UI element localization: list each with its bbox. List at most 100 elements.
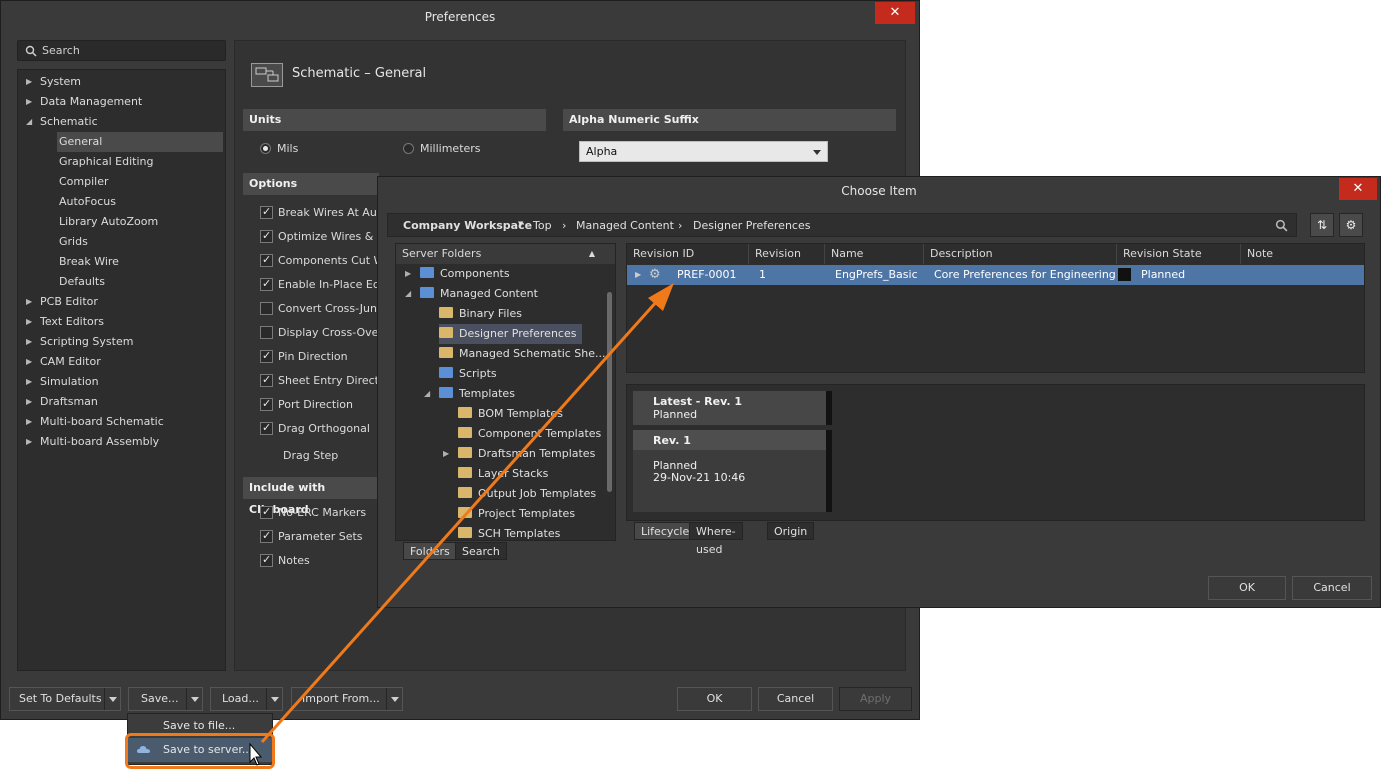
expand-arrow-icon[interactable]: ▶ bbox=[26, 312, 32, 332]
tree-item[interactable]: General bbox=[18, 132, 225, 152]
tree-item[interactable]: ▶ Multi-board Schematic bbox=[18, 412, 225, 432]
checkbox-checked-icon[interactable] bbox=[260, 253, 273, 267]
checkbox-checked-icon[interactable] bbox=[260, 349, 273, 363]
tree-item[interactable]: Library AutoZoom bbox=[18, 212, 225, 232]
checkbox-checked-icon[interactable] bbox=[260, 277, 273, 291]
folder-item[interactable]: BOM Templates bbox=[458, 404, 563, 424]
expand-arrow-icon[interactable]: ▶ bbox=[26, 332, 32, 352]
option-checkbox[interactable]: Enable In-Place Edit bbox=[260, 277, 387, 294]
option-checkbox[interactable]: Components Cut W bbox=[260, 253, 384, 270]
column-header-revision[interactable]: Revision bbox=[749, 244, 825, 264]
column-header-description[interactable]: Description bbox=[924, 244, 1117, 264]
checkbox-checked-icon[interactable] bbox=[260, 553, 273, 567]
option-checkbox[interactable]: Notes bbox=[260, 553, 310, 570]
breadcrumb-managed-content[interactable]: Managed Content bbox=[576, 219, 674, 232]
apply-button[interactable]: Apply bbox=[839, 687, 912, 711]
checkbox-checked-icon[interactable] bbox=[260, 421, 273, 435]
tree-item[interactable]: ▶ Text Editors bbox=[18, 312, 225, 332]
folder-item[interactable]: ◢ Templates bbox=[424, 384, 515, 404]
checkbox-unchecked-icon[interactable] bbox=[260, 326, 273, 339]
expand-icon[interactable]: ▶ bbox=[635, 265, 641, 285]
expand-arrow-icon[interactable]: ▶ bbox=[26, 72, 32, 92]
tree-item[interactable]: ▶ Simulation bbox=[18, 372, 225, 392]
folder-item[interactable]: Layer Stacks bbox=[458, 464, 548, 484]
cancel-button[interactable]: Cancel bbox=[1292, 576, 1372, 600]
checkbox-checked-icon[interactable] bbox=[260, 529, 273, 543]
folder-item[interactable]: Output Job Templates bbox=[458, 484, 596, 504]
expand-arrow-icon[interactable]: ▶ bbox=[443, 444, 449, 464]
tab-search[interactable]: Search bbox=[455, 542, 507, 560]
expand-arrow-icon[interactable]: ▶ bbox=[26, 352, 32, 372]
tree-item[interactable]: AutoFocus bbox=[18, 192, 225, 212]
folder-item[interactable]: Project Templates bbox=[458, 504, 575, 524]
expand-arrow-icon[interactable]: ▶ bbox=[26, 92, 32, 112]
option-checkbox[interactable]: Parameter Sets bbox=[260, 529, 363, 546]
folder-item[interactable]: Binary Files bbox=[439, 304, 522, 324]
checkbox-checked-icon[interactable] bbox=[260, 205, 273, 219]
save-button[interactable]: Save... bbox=[128, 687, 203, 711]
chevron-down-icon[interactable] bbox=[104, 688, 120, 710]
chevron-down-icon[interactable] bbox=[386, 688, 402, 710]
option-checkbox[interactable]: Drag Orthogonal bbox=[260, 421, 370, 438]
breadcrumb-designer-preferences[interactable]: Designer Preferences bbox=[693, 219, 810, 232]
ok-button[interactable]: OK bbox=[1208, 576, 1286, 600]
option-checkbox[interactable]: Convert Cross-Junc bbox=[260, 302, 383, 318]
checkbox-checked-icon[interactable] bbox=[260, 373, 273, 387]
option-checkbox[interactable]: Sheet Entry Directio bbox=[260, 373, 389, 390]
expand-arrow-icon[interactable]: ▶ bbox=[26, 292, 32, 312]
alpha-suffix-select[interactable]: Alpha bbox=[579, 141, 828, 162]
option-checkbox[interactable]: Port Direction bbox=[260, 397, 353, 414]
folder-item[interactable]: ▶ Components bbox=[405, 264, 510, 284]
option-checkbox[interactable]: No-ERC Markers bbox=[260, 505, 366, 522]
tree-item[interactable]: ▶ Draftsman bbox=[18, 392, 225, 412]
expand-arrow-icon[interactable]: ▶ bbox=[26, 412, 32, 432]
folder-item[interactable]: ◢ Managed Content bbox=[405, 284, 538, 304]
tree-item[interactable]: Graphical Editing bbox=[18, 152, 225, 172]
folder-item[interactable]: SCH Templates bbox=[458, 524, 560, 544]
ok-button[interactable]: OK bbox=[677, 687, 752, 711]
checkbox-checked-icon[interactable] bbox=[260, 397, 273, 411]
tab-lifecycle[interactable]: Lifecycle bbox=[634, 522, 697, 540]
expand-arrow-icon[interactable]: ▶ bbox=[26, 372, 32, 392]
checkbox-unchecked-icon[interactable] bbox=[260, 302, 273, 315]
folder-item[interactable]: Designer Preferences bbox=[439, 324, 583, 344]
folder-item[interactable]: Managed Schematic She... bbox=[439, 344, 606, 364]
import-from-button[interactable]: Import From... bbox=[291, 687, 403, 711]
tree-item[interactable]: Grids bbox=[18, 232, 225, 252]
expand-arrow-icon[interactable]: ▶ bbox=[26, 392, 32, 412]
expand-arrow-icon[interactable]: ◢ bbox=[26, 112, 32, 132]
set-to-defaults-button[interactable]: Set To Defaults bbox=[9, 687, 121, 711]
revision-card[interactable]: Rev. 1 Planned 29-Nov-21 10:46 bbox=[633, 430, 832, 512]
tree-item[interactable]: Defaults bbox=[18, 272, 225, 292]
load-button[interactable]: Load... bbox=[210, 687, 283, 711]
tree-item[interactable]: Break Wire bbox=[18, 252, 225, 272]
refresh-icon[interactable]: ⇅ bbox=[1310, 213, 1334, 237]
folder-item[interactable]: Scripts bbox=[439, 364, 497, 384]
preferences-tree[interactable]: ▶ System ▶ Data Management ◢ Schematic General… bbox=[17, 69, 226, 671]
units-mm-radio[interactable]: Millimeters bbox=[403, 142, 481, 155]
gear-icon[interactable]: ⚙ bbox=[1339, 213, 1363, 237]
tree-item[interactable]: ▶ PCB Editor bbox=[18, 292, 225, 312]
close-button[interactable]: ✕ bbox=[875, 2, 915, 24]
tree-item[interactable]: ◢ Schematic bbox=[18, 112, 225, 132]
breadcrumb-top[interactable]: Top bbox=[533, 219, 552, 232]
tree-item[interactable]: ▶ CAM Editor bbox=[18, 352, 225, 372]
option-checkbox[interactable]: Optimize Wires & B bbox=[260, 229, 384, 246]
column-header-name[interactable]: Name bbox=[825, 244, 924, 264]
folder-item[interactable]: ▶ Draftsman Templates bbox=[443, 444, 595, 464]
tree-item[interactable]: ▶ System bbox=[18, 72, 225, 92]
folder-item[interactable]: Component Templates bbox=[458, 424, 601, 444]
column-header-revision-id[interactable]: Revision ID bbox=[627, 244, 749, 264]
column-header-revision-state[interactable]: Revision State bbox=[1117, 244, 1241, 264]
chevron-down-icon[interactable] bbox=[186, 688, 202, 710]
tree-item[interactable]: ▶ Scripting System bbox=[18, 332, 225, 352]
expand-arrow-icon[interactable]: ◢ bbox=[424, 384, 430, 404]
tab-origin[interactable]: Origin bbox=[767, 522, 815, 540]
workspace-selector[interactable]: Company Workspace bbox=[403, 219, 532, 232]
table-row[interactable]: ▶ ⚙ PREF-0001 1 EngPrefs_Basic Core Pref… bbox=[627, 265, 1364, 285]
scrollbar[interactable] bbox=[607, 292, 612, 492]
search-icon[interactable] bbox=[1275, 219, 1288, 232]
option-checkbox[interactable]: Break Wires At Auto bbox=[260, 205, 388, 222]
expand-arrow-icon[interactable]: ◢ bbox=[405, 284, 411, 304]
latest-revision-card[interactable]: Latest - Rev. 1 Planned bbox=[633, 391, 832, 425]
